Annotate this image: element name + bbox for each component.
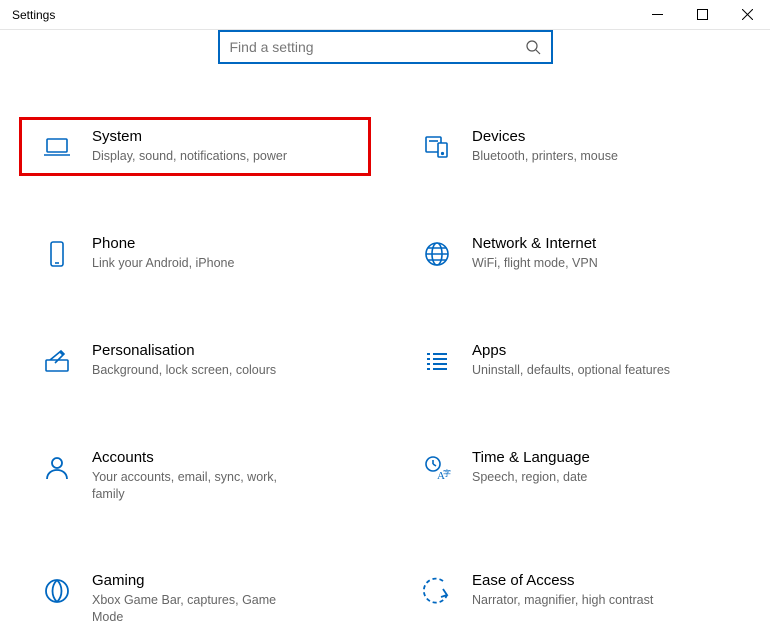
maximize-icon xyxy=(697,9,708,20)
globe-icon xyxy=(420,237,454,271)
tile-network[interactable]: Network & Internet WiFi, flight mode, VP… xyxy=(400,225,750,282)
svg-text:字: 字 xyxy=(443,468,451,478)
tile-title: Phone xyxy=(92,235,234,252)
window-title: Settings xyxy=(12,8,55,22)
tile-time-language[interactable]: A 字 Time & Language Speech, region, date xyxy=(400,439,750,513)
tile-title: Time & Language xyxy=(472,449,590,466)
tile-apps[interactable]: Apps Uninstall, defaults, optional featu… xyxy=(400,332,750,389)
tile-subtitle: Link your Android, iPhone xyxy=(92,255,234,272)
tile-subtitle: Narrator, magnifier, high contrast xyxy=(472,592,653,609)
tile-title: Accounts xyxy=(92,449,292,466)
close-icon xyxy=(742,9,753,20)
settings-grid: System Display, sound, notifications, po… xyxy=(0,118,770,636)
tile-title: Personalisation xyxy=(92,342,276,359)
phone-icon xyxy=(40,237,74,271)
laptop-icon xyxy=(40,130,74,164)
close-button[interactable] xyxy=(725,0,770,29)
tile-devices[interactable]: Devices Bluetooth, printers, mouse xyxy=(400,118,750,175)
gaming-icon xyxy=(40,574,74,608)
list-icon xyxy=(420,344,454,378)
tile-system[interactable]: System Display, sound, notifications, po… xyxy=(20,118,370,175)
tile-title: System xyxy=(92,128,287,145)
tile-accounts[interactable]: Accounts Your accounts, email, sync, wor… xyxy=(20,439,370,513)
tile-phone[interactable]: Phone Link your Android, iPhone xyxy=(20,225,370,282)
tile-subtitle: Uninstall, defaults, optional features xyxy=(472,362,670,379)
tile-title: Network & Internet xyxy=(472,235,598,252)
minimize-icon xyxy=(652,9,663,20)
tile-title: Devices xyxy=(472,128,618,145)
minimize-button[interactable] xyxy=(635,0,680,29)
tile-subtitle: Speech, region, date xyxy=(472,469,590,486)
ease-of-access-icon xyxy=(420,574,454,608)
devices-icon xyxy=(420,130,454,164)
tile-subtitle: Bluetooth, printers, mouse xyxy=(472,148,618,165)
tile-title: Ease of Access xyxy=(472,572,653,589)
tile-subtitle: Xbox Game Bar, captures, Game Mode xyxy=(92,592,292,626)
tile-gaming[interactable]: Gaming Xbox Game Bar, captures, Game Mod… xyxy=(20,562,370,636)
tile-subtitle: WiFi, flight mode, VPN xyxy=(472,255,598,272)
paintbrush-icon xyxy=(40,344,74,378)
tile-ease-of-access[interactable]: Ease of Access Narrator, magnifier, high… xyxy=(400,562,750,636)
tile-title: Gaming xyxy=(92,572,292,589)
search-icon xyxy=(525,39,541,55)
tile-personalisation[interactable]: Personalisation Background, lock screen,… xyxy=(20,332,370,389)
titlebar: Settings xyxy=(0,0,770,30)
search-box[interactable] xyxy=(218,30,553,64)
tile-subtitle: Background, lock screen, colours xyxy=(92,362,276,379)
window-controls xyxy=(635,0,770,29)
time-language-icon: A 字 xyxy=(420,451,454,485)
maximize-button[interactable] xyxy=(680,0,725,29)
tile-title: Apps xyxy=(472,342,670,359)
tile-subtitle: Your accounts, email, sync, work, family xyxy=(92,469,292,503)
search-input[interactable] xyxy=(230,39,525,55)
tile-subtitle: Display, sound, notifications, power xyxy=(92,148,287,165)
person-icon xyxy=(40,451,74,485)
